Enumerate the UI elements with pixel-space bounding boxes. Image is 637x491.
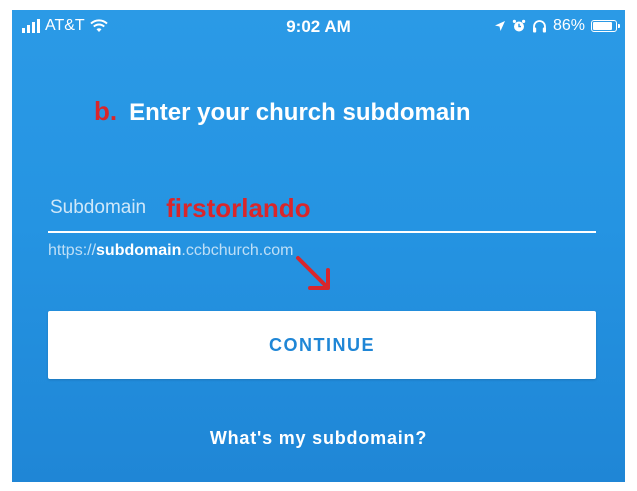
hint-suffix: .ccbchurch.com — [181, 242, 294, 259]
battery-icon — [591, 20, 620, 32]
hint-bold: subdomain — [96, 242, 182, 259]
page-title: Enter your church subdomain — [129, 99, 471, 126]
annotation-arrow-icon — [296, 256, 330, 290]
subdomain-input[interactable]: firstorlando — [166, 193, 310, 224]
location-arrow-icon — [494, 21, 505, 31]
status-bar: AT&T 9:02 AM 86% — [12, 10, 625, 46]
battery-percent: 86% — [552, 17, 585, 34]
input-underline — [48, 231, 596, 233]
subdomain-hint: https://subdomain.ccbchurch.com — [48, 242, 293, 260]
alarm-clock-icon — [512, 19, 526, 32]
subdomain-field[interactable]: Subdomain firstorlando — [48, 186, 596, 230]
page-heading: b. Enter your church subdomain — [94, 96, 471, 127]
whats-my-subdomain-link[interactable]: What's my subdomain? — [12, 428, 625, 449]
headphones-icon — [532, 20, 546, 33]
step-marker: b. — [94, 96, 118, 126]
app-screen: AT&T 9:02 AM 86% b. Enter your church su… — [12, 10, 625, 482]
subdomain-label: Subdomain — [50, 197, 147, 218]
hint-prefix: https:// — [48, 242, 97, 259]
continue-button[interactable]: CONTINUE — [48, 311, 596, 379]
status-right: 86% — [494, 17, 620, 35]
